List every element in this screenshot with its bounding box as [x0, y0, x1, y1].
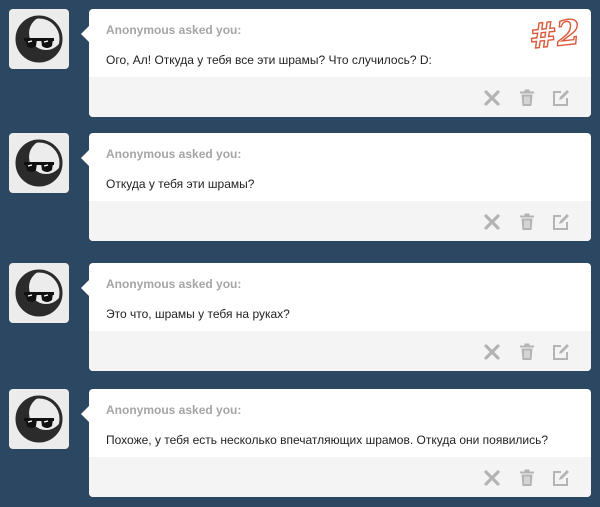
x-icon[interactable]	[482, 468, 502, 488]
edit-icon[interactable]	[551, 342, 571, 362]
speech-arrow	[81, 26, 89, 42]
action-bar	[89, 201, 591, 241]
action-bar	[89, 457, 591, 497]
avatar[interactable]	[9, 9, 69, 69]
trash-icon[interactable]	[517, 342, 537, 362]
avatar[interactable]	[9, 389, 69, 449]
asker-label: Anonymous asked you:	[106, 403, 242, 417]
speech-arrow	[81, 150, 89, 166]
ask-card: Anonymous asked you: #2 Ого, Ал! Откуда …	[81, 9, 591, 117]
ask-card: Anonymous asked you: Это что, шрамы у те…	[81, 263, 591, 371]
avatar[interactable]	[9, 133, 69, 193]
sunglasses-avatar-icon	[15, 15, 63, 63]
sunglasses-avatar-icon	[15, 269, 63, 317]
sunglasses-avatar-icon	[15, 395, 63, 443]
x-icon[interactable]	[482, 342, 502, 362]
ask-card: Anonymous asked you: Похоже, у тебя есть…	[81, 389, 591, 497]
question-text: Похоже, у тебя есть несколько впечатляющ…	[106, 433, 549, 447]
action-bar	[89, 77, 591, 117]
asker-label: Anonymous asked you:	[106, 147, 242, 161]
edit-icon[interactable]	[551, 212, 571, 232]
asker-label: Anonymous asked you:	[106, 23, 242, 37]
trash-icon[interactable]	[517, 88, 537, 108]
x-icon[interactable]	[482, 212, 502, 232]
edit-icon[interactable]	[551, 468, 571, 488]
trash-icon[interactable]	[517, 468, 537, 488]
question-text: Откуда у тебя эти шрамы?	[106, 177, 255, 191]
sunglasses-avatar-icon	[15, 139, 63, 187]
speech-arrow	[81, 280, 89, 296]
trash-icon[interactable]	[517, 212, 537, 232]
question-text: Ого, Ал! Откуда у тебя все эти шрамы? Чт…	[106, 53, 432, 67]
avatar[interactable]	[9, 263, 69, 323]
x-icon[interactable]	[482, 88, 502, 108]
speech-arrow	[81, 406, 89, 422]
action-bar	[89, 331, 591, 371]
question-text: Это что, шрамы у тебя на руках?	[106, 307, 290, 321]
ask-card: Anonymous asked you: Откуда у тебя эти ш…	[81, 133, 591, 241]
edit-icon[interactable]	[551, 88, 571, 108]
number-badge: #2	[526, 12, 581, 58]
asker-label: Anonymous asked you:	[106, 277, 242, 291]
